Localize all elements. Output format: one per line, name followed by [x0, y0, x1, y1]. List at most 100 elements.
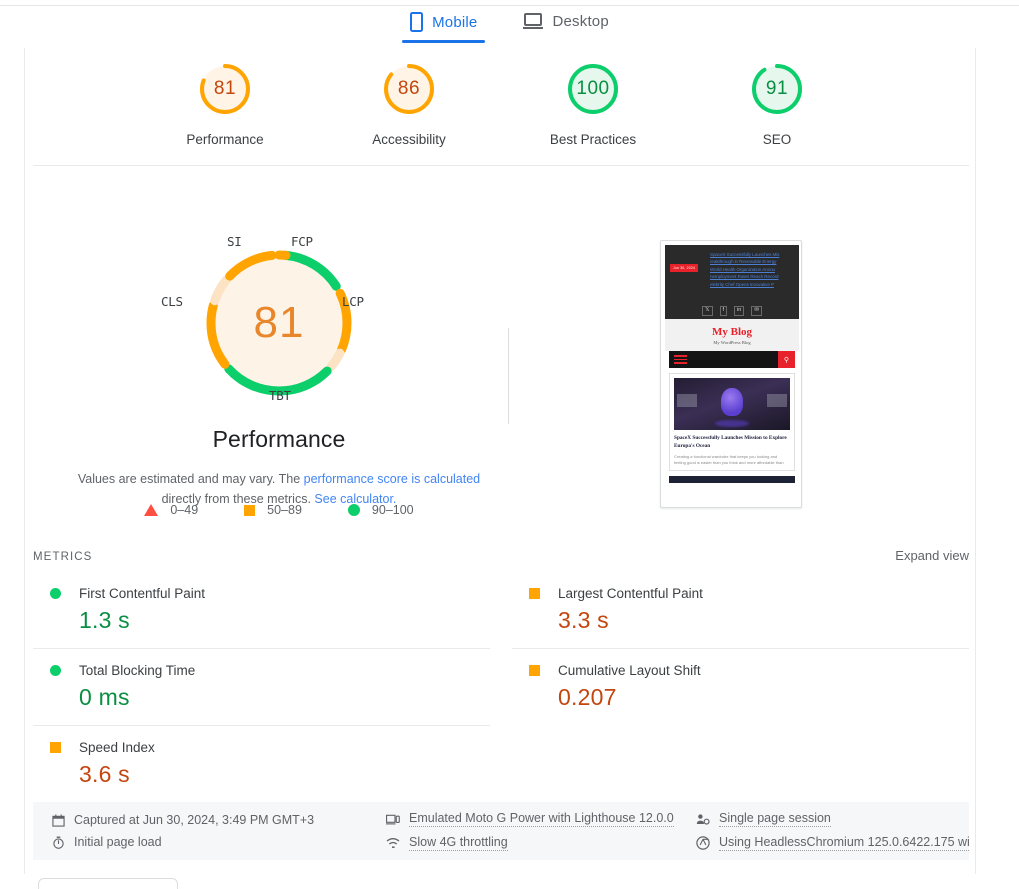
tab-active-underline: [402, 40, 486, 43]
performance-gauge-title: Performance: [212, 426, 346, 452]
metadata-column-3: Single page session Using HeadlessChromi…: [696, 811, 969, 851]
metric-value: 3.6 s: [79, 761, 130, 787]
score-best-practices[interactable]: 100 Best Practices: [533, 61, 653, 147]
square-icon: [244, 504, 256, 516]
score-value-accessibility: 86: [397, 78, 421, 99]
legend-label-good: 90–100: [371, 503, 414, 517]
metadata-device-text[interactable]: Emulated Moto G Power with Lighthouse 12…: [409, 811, 674, 827]
score-accessibility[interactable]: 86 Accessibility: [349, 61, 469, 147]
thumbnail-footer-bar: [669, 476, 795, 483]
metric-name: Speed Index: [79, 740, 155, 755]
desktop-icon: [523, 12, 544, 30]
status-good-icon: [50, 588, 61, 599]
score-value-best-practices: 100: [576, 78, 610, 99]
thumbnail-article-card: SpaceX Successfully Launches Mission to …: [669, 373, 795, 471]
score-ring-accessibility: 86: [381, 61, 437, 117]
metrics-title: METRICS: [33, 551, 93, 563]
metric-name: Cumulative Layout Shift: [558, 663, 701, 678]
metadata-column-2: Emulated Moto G Power with Lighthouse 12…: [386, 811, 696, 851]
calendar-icon: [51, 813, 65, 827]
score-value-performance: 81: [213, 78, 237, 99]
metadata-device[interactable]: Emulated Moto G Power with Lighthouse 12…: [386, 811, 696, 827]
metric-largest-contentful-paint[interactable]: Largest Contentful Paint 3.3 s: [512, 572, 969, 649]
thumbnail-hero: Jun 30, 2024 SpaceX Successfully Launche…: [665, 245, 799, 303]
score-ring-best-practices: 100: [565, 61, 621, 117]
status-good-icon: [50, 665, 61, 676]
thumbnail-headline: SpaceX Successfully Launches Mis: [710, 252, 780, 257]
legend-item-average: 50–89: [244, 503, 302, 517]
score-legend: 0–49 50–89 90–100: [25, 503, 533, 517]
gauge-label-lcp: LCP: [342, 294, 364, 309]
metadata-network-text[interactable]: Slow 4G throttling: [409, 835, 508, 851]
metric-value: 0 ms: [79, 684, 130, 710]
scores-divider: [33, 165, 969, 166]
score-seo[interactable]: 91 SEO: [717, 61, 837, 147]
performance-score-link[interactable]: performance score is calculated: [304, 472, 480, 486]
twitter-icon: 𝕏: [702, 306, 713, 316]
legend-label-average: 50–89: [267, 503, 302, 517]
tab-desktop[interactable]: Desktop: [515, 12, 616, 41]
thumbnail-site-subtitle: My WordPress Blog: [713, 340, 751, 345]
score-ring-performance: 81: [197, 61, 253, 117]
chrome-icon: [696, 836, 710, 850]
bottom-partial-panel[interactable]: [38, 878, 178, 889]
legend-label-poor: 0–49: [170, 503, 199, 517]
mobile-icon: [410, 12, 424, 32]
metadata-load-type: Initial page load: [51, 835, 386, 849]
metric-value: 3.3 s: [558, 607, 609, 633]
metadata-session-text[interactable]: Single page session: [719, 811, 831, 827]
performance-note-text-1: Values are estimated and may vary. The: [77, 472, 304, 486]
status-average-icon: [50, 742, 61, 753]
report-card: 81 Performance 86 Accessibility 100 Best…: [24, 48, 976, 874]
metric-name: Largest Contentful Paint: [558, 586, 703, 601]
thumbnail-headline: World Health Organization Annou: [710, 266, 775, 272]
tab-mobile[interactable]: Mobile: [402, 12, 486, 43]
run-metadata-bar: Captured at Jun 30, 2024, 3:49 PM GMT+3 …: [33, 802, 969, 860]
image-right-panel: [767, 394, 787, 407]
thumbnail-inner: Jun 30, 2024 SpaceX Successfully Launche…: [665, 245, 799, 503]
triangle-icon: [144, 504, 159, 516]
metadata-browser-text[interactable]: Using HeadlessChromium 125.0.6422.175 wi…: [719, 835, 969, 851]
metadata-captured-text: Captured at Jun 30, 2024, 3:49 PM GMT+3: [74, 813, 315, 827]
thumbnail-article-title: SpaceX Successfully Launches Mission to …: [674, 435, 787, 449]
thumbnail-brand: My Blog My WordPress Blog: [665, 319, 799, 351]
metadata-column-1: Captured at Jun 30, 2024, 3:49 PM GMT+3 …: [51, 813, 386, 849]
thumbnail-headline: reakthrough in Renewable Energy: [710, 259, 777, 265]
status-average-icon: [529, 665, 540, 676]
metric-speed-index[interactable]: Speed Index 3.6 s: [33, 726, 490, 802]
gauge-label-si: SI: [227, 234, 242, 249]
thumbnail-headline: elebrity Chef Opens Innovative P: [710, 281, 774, 287]
thumbnail-navbar: ⚲: [669, 351, 795, 368]
thumbnail-headline: nemployment Rates Reach Record: [710, 274, 779, 280]
users-icon: [696, 812, 710, 826]
metric-cumulative-layout-shift[interactable]: Cumulative Layout Shift 0.207: [512, 649, 969, 726]
metric-name: First Contentful Paint: [79, 586, 206, 601]
score-value-seo: 91: [765, 78, 789, 99]
thumbnail-social-bar: 𝕏 f in ✉: [665, 303, 799, 319]
metric-total-blocking-time[interactable]: Total Blocking Time 0 ms: [33, 649, 490, 726]
metadata-network[interactable]: Slow 4G throttling: [386, 835, 696, 851]
score-performance[interactable]: 81 Performance: [165, 61, 285, 147]
metrics-grid: First Contentful Paint 1.3 s Largest Con…: [33, 572, 969, 802]
score-label-accessibility: Accessibility: [372, 132, 446, 147]
metrics-header: METRICS Expand view: [33, 548, 969, 563]
metric-first-contentful-paint[interactable]: First Contentful Paint 1.3 s: [33, 572, 490, 649]
gauge-label-tbt: TBT: [269, 388, 291, 403]
status-average-icon: [529, 588, 540, 599]
metadata-session[interactable]: Single page session: [696, 811, 969, 827]
score-label-performance: Performance: [186, 132, 264, 147]
metadata-load-type-text: Initial page load: [74, 835, 162, 849]
metadata-captured: Captured at Jun 30, 2024, 3:49 PM GMT+3: [51, 813, 386, 827]
platform-tabs: Mobile Desktop: [0, 12, 1019, 52]
facebook-icon: f: [719, 306, 728, 316]
thumbnail-site-title: My Blog: [711, 326, 753, 338]
metrics-grid-spacer: [512, 726, 969, 802]
pagespeed-report: Mobile Desktop 81 Performance 86 Accessi…: [0, 0, 1019, 889]
score-ring-seo: 91: [749, 61, 805, 117]
page-screenshot-thumbnail[interactable]: Jun 30, 2024 SpaceX Successfully Launche…: [660, 240, 802, 508]
metric-value: 1.3 s: [79, 607, 130, 633]
device-icon: [386, 812, 400, 826]
expand-view-button[interactable]: Expand view: [895, 548, 969, 563]
metadata-browser[interactable]: Using HeadlessChromium 125.0.6422.175 wi…: [696, 835, 969, 851]
thumbnail-date-badge: Jun 30, 2024: [670, 264, 699, 272]
